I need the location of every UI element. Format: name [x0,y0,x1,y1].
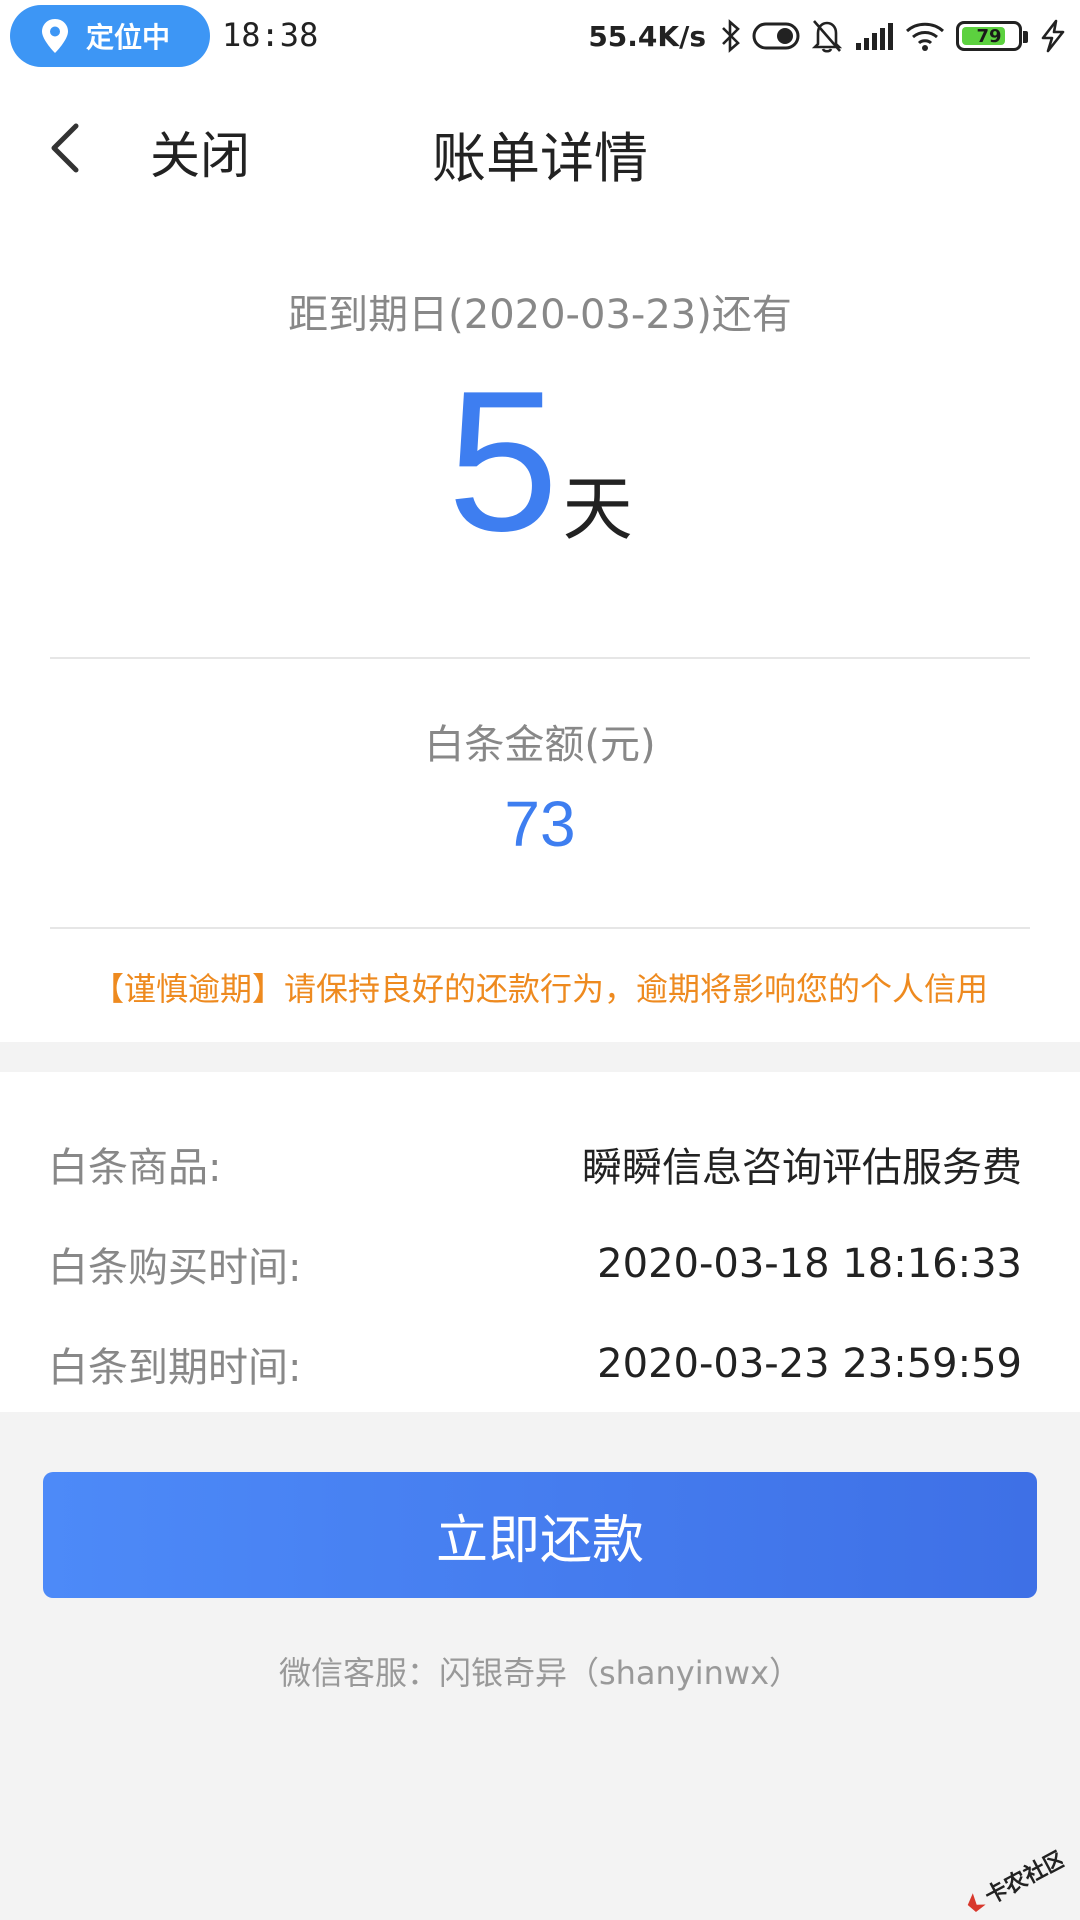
status-icons: 55.4K/s 79 [588,12,1068,60]
location-pill[interactable]: 定位中 [10,5,210,67]
page-title: 账单详情 [432,127,648,190]
detail-value: 瞬瞬信息咨询评估服务费 [582,1145,1022,1191]
divider [50,927,1030,929]
nav-bar: 关闭 账单详情 [0,72,1080,222]
amount-label: 白条金额(元) [424,722,656,768]
charging-icon [1041,19,1065,53]
repay-now-button[interactable]: 立即还款 [43,1472,1037,1598]
overdue-warning: 【谨慎逾期】请保持良好的还款行为，逾期将影响您的个人信用 [91,970,988,1008]
bell-off-icon [811,20,843,53]
detail-label: 白条商品: [48,1145,222,1191]
days-number: 5 [447,350,559,573]
detail-label: 白条购买时间: [48,1245,302,1291]
detail-value: 2020-03-18 18:16:33 [597,1241,1022,1287]
days-remaining: 5 天 [0,362,1080,562]
bill-summary-card: 距到期日(2020-03-23)还有 5 天 白条金额(元) 73 【谨慎逾期】… [0,222,1080,1042]
bluetooth-icon [722,19,740,53]
bill-details-card: 白条商品: 瞬瞬信息咨询评估服务费 白条购买时间: 2020-03-18 18:… [0,1072,1080,1412]
detail-label: 白条到期时间: [48,1345,302,1391]
detail-row-purchase-time: 白条购买时间: 2020-03-18 18:16:33 [48,1234,1022,1294]
due-date-text: 距到期日(2020-03-23)还有 [288,292,792,338]
battery-level: 79 [976,25,1002,47]
divider [50,657,1030,659]
amount-value: 73 [504,788,576,860]
signal-icon [856,23,893,50]
watermark-logo: 卡农社区 [967,1845,1071,1912]
net-speed: 55.4K/s [588,19,706,53]
svg-text:卡农社区: 卡农社区 [981,1845,1071,1909]
detail-row-due-time: 白条到期时间: 2020-03-23 23:59:59 [48,1334,1022,1394]
status-bar: 定位中 18:38 55.4K/s 79 [0,0,1080,72]
location-pin-icon [42,19,68,53]
battery-icon: 79 [956,21,1028,51]
wifi-icon [905,22,945,51]
customer-service-text: 微信客服：闪银奇异（shanyinwx） [278,1654,802,1692]
days-unit: 天 [562,468,633,550]
detail-value: 2020-03-23 23:59:59 [597,1341,1022,1387]
status-time: 18:38 [222,16,319,54]
toggle-icon [752,22,800,50]
location-pill-label: 定位中 [86,21,171,54]
detail-row-product: 白条商品: 瞬瞬信息咨询评估服务费 [48,1134,1022,1194]
